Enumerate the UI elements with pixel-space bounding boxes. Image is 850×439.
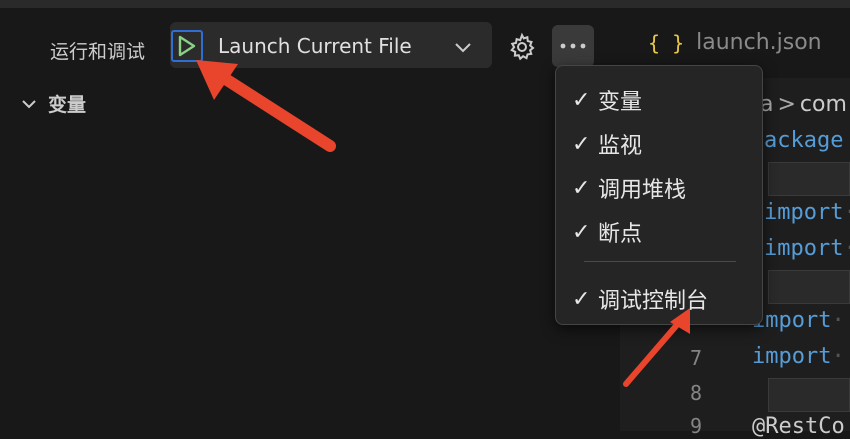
code-line[interactable]: import·	[752, 344, 845, 369]
breadcrumb[interactable]: a > com	[760, 92, 847, 117]
menu-item-watch[interactable]: ✓ 监视	[572, 128, 642, 160]
line-number: 9	[689, 414, 702, 438]
whitespace-marker	[768, 162, 850, 196]
menu-item-call-stack[interactable]: ✓ 调用堆栈	[572, 172, 686, 204]
menu-item-debug-console[interactable]: ✓ 调试控制台	[572, 283, 708, 315]
gear-icon[interactable]	[507, 32, 537, 62]
launch-config-label[interactable]: Launch Current File	[218, 34, 412, 58]
json-icon: { }	[648, 30, 685, 55]
menu-item-variables[interactable]: ✓ 变量	[572, 84, 642, 116]
code-line[interactable]: import·	[764, 236, 850, 261]
line-number: 8	[689, 381, 702, 405]
check-icon: ✓	[572, 87, 591, 113]
whitespace-marker	[768, 270, 850, 304]
whitespace-marker	[768, 378, 850, 412]
code-line[interactable]: import·	[752, 308, 845, 333]
more-actions-button[interactable]	[552, 25, 594, 67]
code-line[interactable]: ackage	[764, 128, 843, 153]
variables-section-header[interactable]: 变量	[20, 90, 86, 117]
menu-item-label: 断点	[598, 222, 643, 247]
code-line[interactable]: @RestCo	[752, 414, 845, 439]
check-icon: ✓	[572, 286, 591, 312]
chevron-down-icon	[22, 99, 36, 108]
menu-item-label: 监视	[598, 134, 643, 159]
menu-item-label: 变量	[598, 90, 643, 115]
line-number: 7	[689, 346, 702, 370]
chevron-down-icon[interactable]	[452, 36, 474, 58]
run-and-debug-title: 运行和调试	[50, 41, 146, 63]
code-line[interactable]: import·	[764, 200, 850, 225]
menu-separator	[584, 261, 736, 262]
menu-item-breakpoints[interactable]: ✓ 断点	[572, 216, 642, 248]
more-icon	[560, 43, 586, 49]
debug-sidebar	[0, 8, 620, 431]
menu-item-label: 调试控制台	[598, 289, 709, 314]
window-top-strip	[0, 0, 850, 8]
tab-launch-json[interactable]: { } launch.json	[648, 30, 822, 55]
menu-item-label: 调用堆栈	[598, 178, 687, 203]
tab-label: launch.json	[696, 30, 822, 55]
check-icon: ✓	[572, 219, 591, 245]
views-dropdown-menu: ✓ 变量 ✓ 监视 ✓ 调用堆栈 ✓ 断点 ✓ 调试控制台	[555, 65, 763, 325]
check-icon: ✓	[572, 175, 591, 201]
check-icon: ✓	[572, 131, 591, 157]
variables-section-label: 变量	[48, 94, 87, 116]
start-debugging-button[interactable]	[171, 30, 203, 62]
breadcrumb-segment[interactable]: com	[800, 92, 847, 117]
play-icon	[178, 35, 196, 57]
breadcrumb-separator-icon: >	[777, 92, 796, 117]
